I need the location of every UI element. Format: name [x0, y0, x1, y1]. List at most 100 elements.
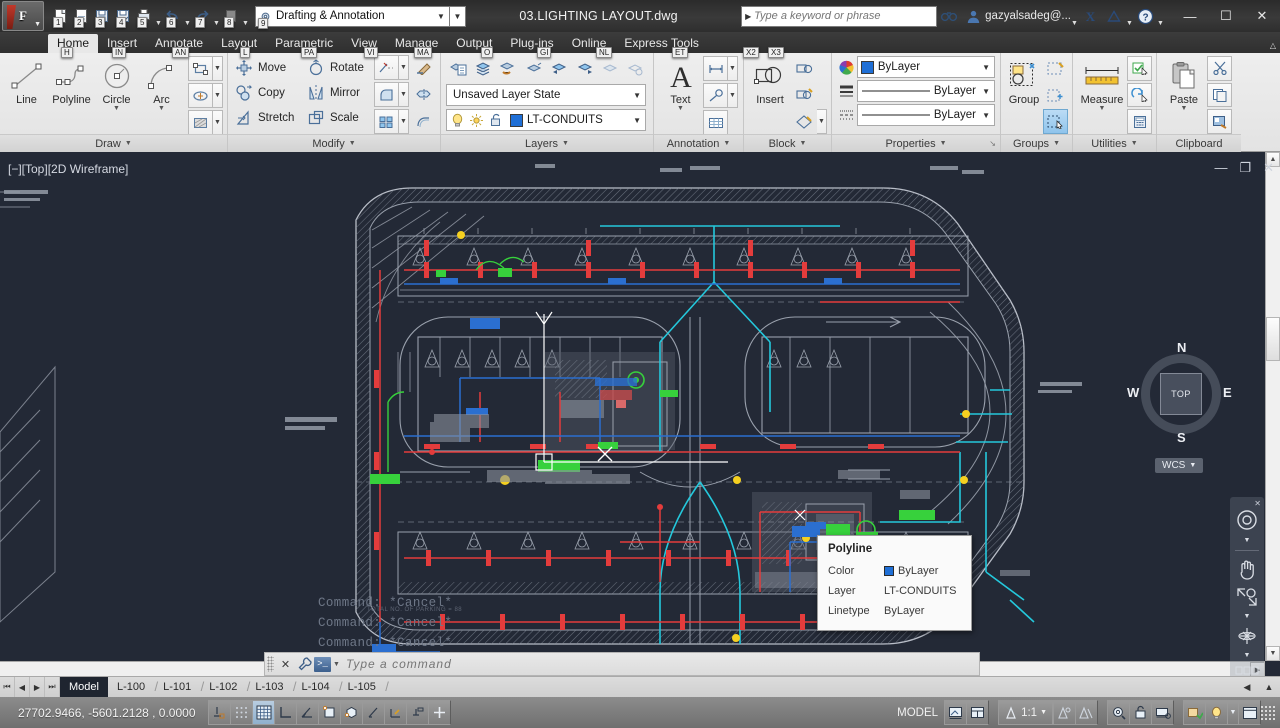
viewport-minimize-button[interactable]: —	[1214, 160, 1227, 176]
navbar-zoom-dropdown[interactable]: ▼	[1244, 613, 1251, 620]
layer-match-button[interactable]	[497, 56, 521, 81]
command-input[interactable]	[339, 657, 979, 671]
annotation-leader-button[interactable]	[703, 83, 728, 108]
coordinate-display[interactable]: 27702.9466, -5601.2128 , 0.0000	[18, 706, 208, 720]
block-insert-button[interactable]: Insert	[748, 56, 792, 134]
color-wheel-icon[interactable]	[837, 60, 857, 75]
chevron-down-icon[interactable]: ▼	[158, 105, 165, 112]
layout-scroll-left-icon[interactable]: ◀	[1236, 682, 1258, 693]
draw-arc-button[interactable]: Arc ▼	[139, 56, 184, 134]
chevron-down-icon[interactable]: ▼	[633, 91, 641, 100]
pan-hand-icon[interactable]	[1237, 558, 1257, 580]
block-attributes-dropdown[interactable]: ▼	[817, 109, 827, 134]
modify-trim-dropdown[interactable]: ▼	[399, 55, 409, 80]
close-button[interactable]: ✕	[1244, 1, 1280, 31]
unlock-icon[interactable]	[486, 113, 505, 127]
block-create-button[interactable]	[792, 56, 817, 81]
layer-state-combo[interactable]: Unsaved Layer State ▼	[446, 84, 646, 106]
help-dropdown[interactable]: ▼	[1157, 5, 1164, 27]
qat-plot-dropdown[interactable]: ▼	[155, 5, 162, 27]
draw-rectangle-dropdown[interactable]: ▼	[213, 56, 223, 81]
qat-save-button[interactable]: 3	[92, 5, 112, 28]
qat-preview-dropdown[interactable]: ▼	[242, 5, 249, 27]
qat-redo-button[interactable]: 7	[192, 5, 212, 28]
command-history-dropdown[interactable]: ▼	[331, 661, 340, 668]
annotation-text-button[interactable]: A Text ▼	[658, 56, 703, 134]
draw-ellipse-dropdown[interactable]: ▼	[213, 83, 223, 108]
groups-edit-button[interactable]	[1043, 83, 1068, 108]
layer-previous-button[interactable]	[548, 56, 572, 81]
view-cube-top-face[interactable]: TOP	[1160, 373, 1202, 415]
navbar-close-icon[interactable]: ✕	[1254, 499, 1261, 508]
clean-screen-button[interactable]	[1238, 700, 1261, 725]
panel-annotation-title[interactable]: Annotation ▼	[654, 134, 743, 152]
viewport-config-label[interactable]: [−][Top][2D Wireframe]	[8, 162, 128, 176]
layout-tab-l-102[interactable]: L-102/	[200, 677, 250, 697]
modify-fillet-button[interactable]	[374, 82, 399, 107]
command-bar[interactable]: ✕ >_ ▼	[264, 652, 980, 676]
exchange-apps-icon[interactable]: X	[1078, 4, 1102, 28]
help-icon[interactable]: ?	[1133, 4, 1157, 28]
layer-freeze-button[interactable]	[598, 56, 622, 81]
tab-home[interactable]: Home	[48, 34, 99, 53]
modify-fillet-dropdown[interactable]: ▼	[399, 82, 409, 107]
view-cube-east-label[interactable]: E	[1223, 385, 1232, 400]
view-cube-west-label[interactable]: W	[1127, 385, 1139, 400]
draw-ellipse-button[interactable]	[188, 83, 213, 108]
draw-circle-button[interactable]: Circle ▼	[94, 56, 139, 134]
tab-output[interactable]: Output	[447, 34, 501, 53]
groups-ungroup-button[interactable]	[1043, 56, 1068, 81]
groups-group-button[interactable]: Group	[1005, 56, 1043, 134]
lightbulb-icon[interactable]	[447, 113, 467, 127]
draw-hatch-dropdown[interactable]: ▼	[213, 110, 223, 135]
tab-plugins[interactable]: Plug-ins	[501, 34, 562, 53]
panel-draw-title[interactable]: Draw ▼	[0, 134, 227, 152]
isolate-objects-button[interactable]	[1183, 700, 1206, 725]
layout-expand-icon[interactable]: ▲	[1258, 682, 1280, 692]
viewport-close-button[interactable]: ✕	[1263, 160, 1274, 176]
layer-make-current-button[interactable]	[471, 56, 495, 81]
search-box[interactable]: ▶	[741, 5, 938, 27]
wrench-icon[interactable]	[295, 653, 314, 675]
autodesk-360-icon[interactable]	[1102, 4, 1126, 28]
panel-properties-title[interactable]: Properties ▼ ↘	[832, 134, 1000, 152]
vertical-scroll-thumb[interactable]	[1266, 317, 1280, 361]
command-bar-grip[interactable]	[267, 656, 274, 672]
qat-redo-dropdown[interactable]: ▼	[213, 5, 220, 27]
modify-offset-button[interactable]	[411, 109, 436, 134]
search-input[interactable]	[754, 10, 937, 22]
layout-tab-l-103[interactable]: L-103/	[246, 677, 296, 697]
layer-isolate-button[interactable]	[522, 56, 546, 81]
lineweight-icon[interactable]	[837, 84, 857, 98]
viewport-config-icon[interactable]	[1235, 665, 1259, 676]
snap-mode-toggle[interactable]	[230, 700, 253, 725]
minimize-button[interactable]: —	[1172, 1, 1208, 31]
annotation-leader-dropdown[interactable]: ▼	[728, 83, 738, 108]
sun-icon[interactable]	[467, 113, 486, 127]
qat-saveas-button[interactable]: 4	[113, 5, 133, 28]
application-menu-button[interactable]: F ▼	[2, 1, 44, 31]
ribbon-minimize-icon[interactable]: △	[1270, 41, 1276, 50]
steering-wheel-icon[interactable]	[1236, 509, 1258, 531]
panel-block-title[interactable]: Block ▼	[744, 134, 831, 152]
grid-display-toggle[interactable]	[252, 700, 275, 725]
chevron-down-icon[interactable]: ▼	[113, 105, 120, 112]
annotation-scale-button[interactable]: 1:1 ▼	[998, 700, 1053, 725]
ortho-mode-toggle[interactable]	[274, 700, 297, 725]
modify-explode-button[interactable]	[411, 82, 436, 107]
3d-object-snap-toggle[interactable]	[340, 700, 363, 725]
clipboard-copy-button[interactable]	[1207, 82, 1232, 108]
dynamic-ucs-toggle[interactable]	[384, 700, 407, 725]
view-cube-south-label[interactable]: S	[1177, 430, 1186, 445]
panel-dialog-launcher[interactable]: ↘	[989, 139, 996, 148]
block-edit-attributes-button[interactable]	[792, 109, 817, 134]
chevron-down-icon[interactable]: ▼	[633, 116, 641, 125]
qat-undo-dropdown[interactable]: ▼	[184, 5, 191, 27]
qat-plot-button[interactable]: 5	[134, 5, 154, 28]
workspace-switch-button[interactable]	[1107, 700, 1130, 725]
object-color-combo[interactable]: ByLayer ▼	[856, 56, 995, 78]
layout-tab-model[interactable]: Model	[60, 677, 108, 697]
navigation-bar[interactable]: ✕ ▼ ▼ ▼	[1230, 497, 1264, 676]
lineweight-combo[interactable]: ByLayer ▼	[856, 80, 995, 102]
modify-stretch-button[interactable]: Stretch	[232, 105, 304, 130]
